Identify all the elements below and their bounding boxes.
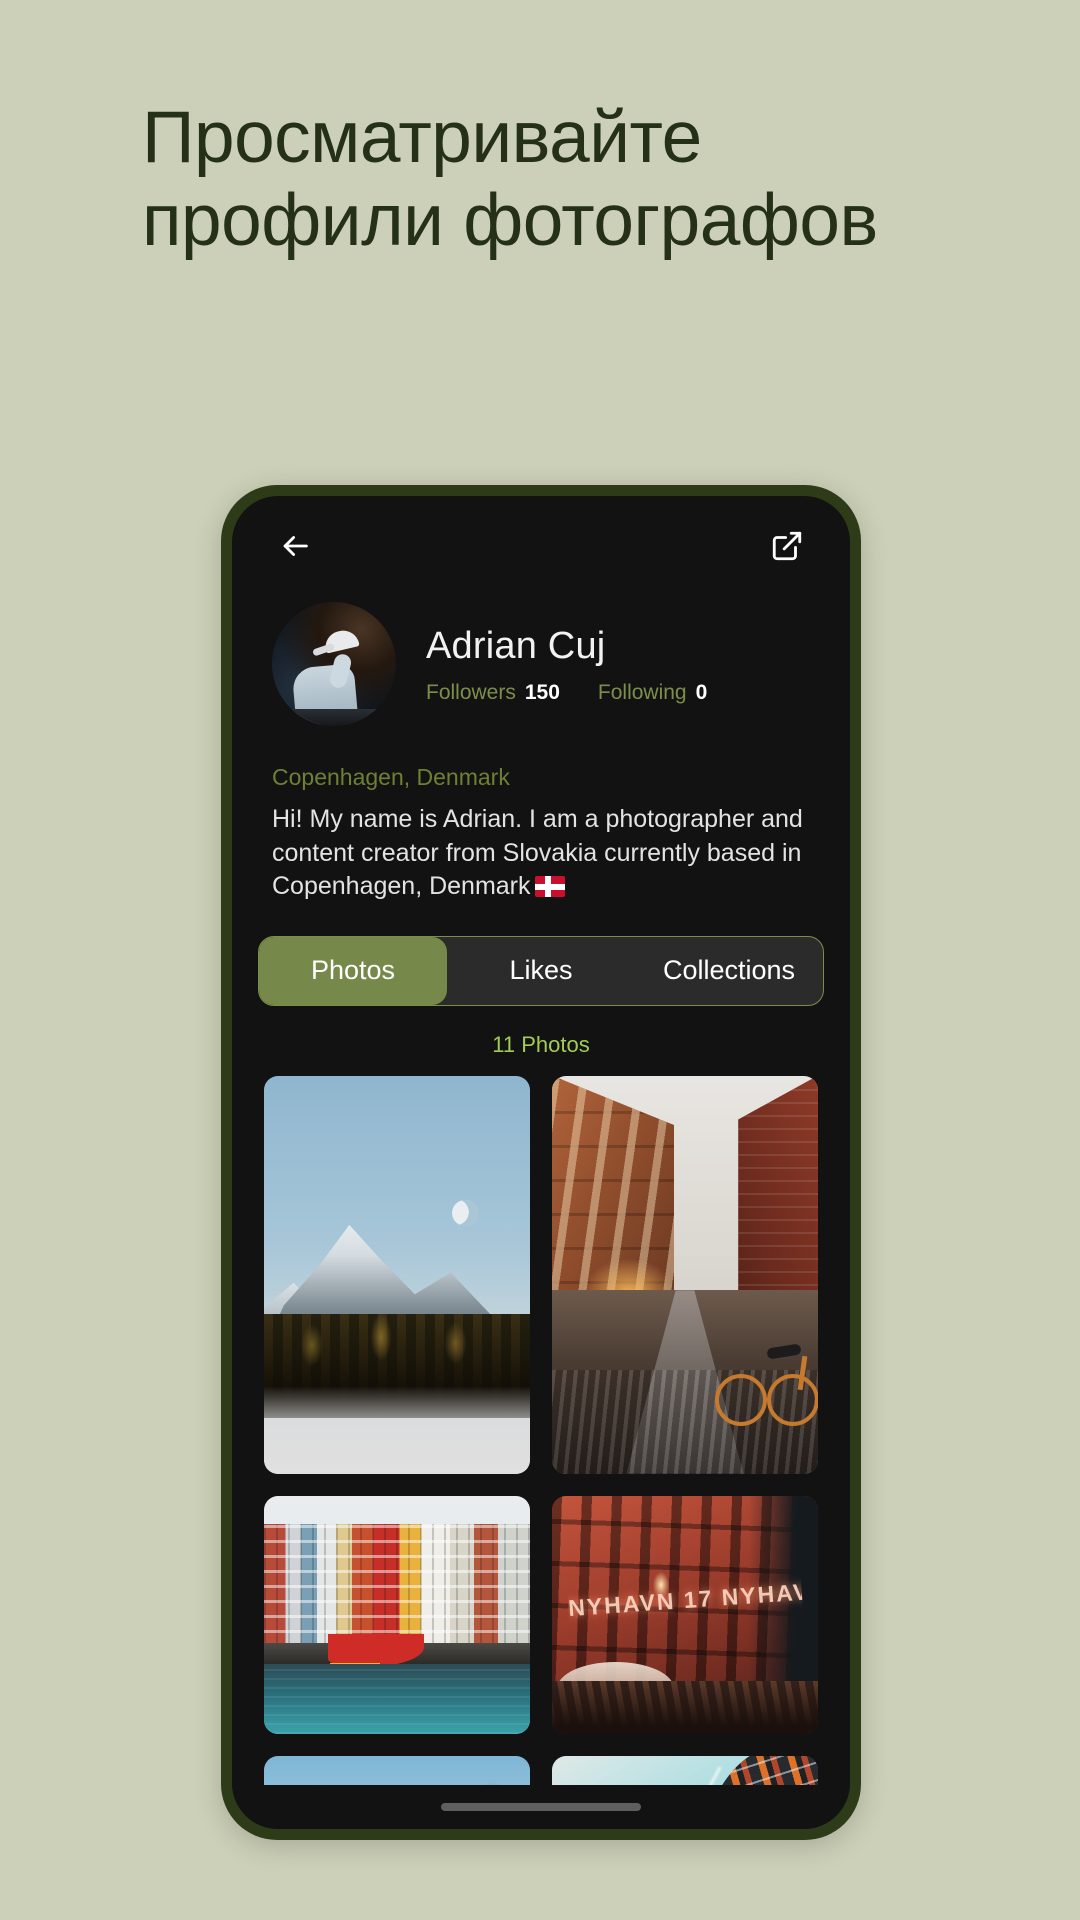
photo-fog [264,1385,530,1474]
photo-modern-architecture-teal-sky[interactable] [552,1755,818,1785]
stat-followers-value: 150 [524,681,560,705]
stat-followers[interactable]: Followers 150 [426,682,560,703]
phone-screen: Adrian Cuj Followers 150 Following 0 Cop… [232,496,850,1829]
photo-plants [552,1681,818,1734]
back-button[interactable] [272,523,318,569]
stat-following-value: 0 [695,681,708,705]
photo-snowy-mountain-crescent-moon[interactable] [264,1075,530,1474]
profile-stats: Followers 150 Following 0 [426,682,810,703]
home-indicator[interactable] [441,1803,641,1811]
avatar-desk [272,709,396,726]
profile-header: Adrian Cuj Followers 150 Following 0 [232,596,850,726]
tab-collections[interactable]: Collections [635,937,823,1005]
profile-bio: Hi! My name is Adrian. I am a photograph… [232,791,850,904]
stat-following-label: Following [597,681,687,705]
photo-bicycle [715,1340,818,1426]
tab-collections-label: Collections [662,955,796,985]
page-title: Просматривайте профили фотографов [142,97,878,262]
arrow-left-icon [278,529,312,563]
photo-colourful-houses [264,1524,530,1648]
external-link-icon [770,529,804,563]
photo-grid-column-right: NYHAVN 17 NYHAVN 17 [552,1075,818,1785]
photo-bicycle-seat [766,1343,803,1360]
share-button[interactable] [764,523,810,569]
tab-likes[interactable]: Likes [447,937,635,1005]
denmark-flag-icon [534,876,565,897]
photo-bicycle-wheel [767,1373,818,1426]
photo-count-label: 11 Photos [492,1031,590,1057]
profile-tabs: Photos Likes Collections [258,935,824,1006]
home-indicator-area [232,1785,850,1829]
tab-photos[interactable]: Photos [259,936,447,1005]
profile-meta: Adrian Cuj Followers 150 Following 0 [426,625,810,704]
stat-following[interactable]: Following 0 [598,682,707,703]
photo-water [264,1664,530,1734]
app-topbar [232,496,850,596]
photo-nyhavn-harbour-red-boat[interactable] [264,1495,530,1734]
phone-mockup: Adrian Cuj Followers 150 Following 0 Cop… [221,485,861,1840]
photo-grid-column-left [264,1075,530,1785]
profile-name: Adrian Cuj [426,624,606,667]
photo-train-on-stone-viaduct[interactable] [264,1755,530,1785]
photo-copenhagen-street-bicycle[interactable] [552,1075,818,1474]
photo-bicycle-wheel [715,1373,768,1426]
photo-nyhavn-17-neon-building[interactable]: NYHAVN 17 NYHAVN 17 [552,1495,818,1734]
profile-location: Copenhagen, Denmark [272,764,510,790]
photo-forest [264,1755,530,1785]
photo-structure [695,1755,818,1785]
photo-grid: NYHAVN 17 NYHAVN 17 [232,1075,850,1785]
tab-photos-label: Photos [310,955,396,985]
tab-likes-label: Likes [509,955,573,985]
profile-tabs-wrapper: Photos Likes Collections [232,904,850,1006]
avatar[interactable] [272,602,396,726]
stat-followers-label: Followers [426,681,516,705]
